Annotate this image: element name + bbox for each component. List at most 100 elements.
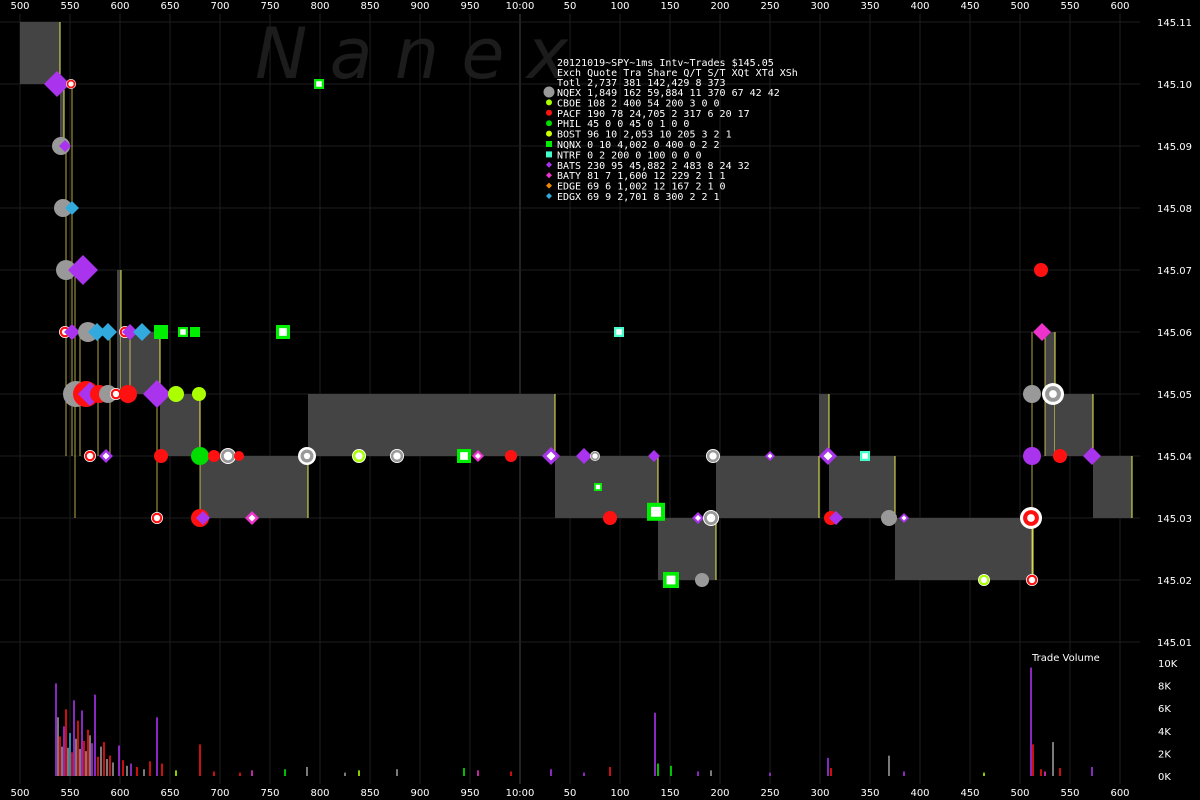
x-tick-top: 850 bbox=[360, 1, 379, 12]
trade-marker bbox=[154, 325, 168, 339]
trade-marker-core bbox=[303, 452, 311, 460]
trade-marker-inner bbox=[595, 484, 601, 490]
legend-marker-pacf bbox=[546, 109, 552, 116]
trade-marker bbox=[208, 450, 220, 462]
trade-marker-inner bbox=[651, 506, 661, 517]
x-tick-top: 600 bbox=[110, 1, 129, 12]
trade-marker bbox=[192, 387, 206, 401]
legend-marker-phil bbox=[546, 120, 552, 127]
legend-row-phil: PHIL 45 0 0 45 0 1 0 0 bbox=[557, 119, 689, 130]
x-tick-bottom: 350 bbox=[860, 788, 879, 799]
y-axis: 145.11 145.10 145.09 145.08 145.07 145.06 145.… bbox=[1157, 18, 1192, 649]
legend-marker-bats bbox=[546, 161, 552, 168]
x-tick-top: 100 bbox=[610, 1, 629, 12]
trade-marker bbox=[119, 385, 137, 403]
x-tick-top: 550 bbox=[60, 1, 79, 12]
trade-marker bbox=[505, 450, 517, 462]
nbbo-band bbox=[716, 456, 819, 518]
nbbo-band bbox=[829, 456, 895, 518]
legend-row-nqnx: NQNX 0 10 4,002 0 400 0 2 2 bbox=[557, 140, 720, 151]
x-tick-top: 800 bbox=[310, 1, 329, 12]
x-tick-top: 500 bbox=[1010, 1, 1029, 12]
x-tick-top: 900 bbox=[410, 1, 429, 12]
x-tick-top: 300 bbox=[810, 1, 829, 12]
nbbo-band bbox=[308, 394, 555, 456]
legend-marker-bost bbox=[546, 130, 552, 137]
y-tick: 145.03 bbox=[1157, 514, 1192, 525]
legend-marker-edgx bbox=[546, 193, 552, 199]
trade-marker bbox=[99, 323, 117, 341]
x-tick-top: 550 bbox=[1060, 1, 1079, 12]
x-tick-top: 350 bbox=[860, 1, 879, 12]
trade-marker-inner bbox=[460, 452, 468, 460]
x-tick-top: 600 bbox=[1110, 1, 1129, 12]
x-tick-bottom: 700 bbox=[210, 788, 229, 799]
trade-marker bbox=[1034, 263, 1048, 277]
nbbo-band bbox=[819, 394, 829, 456]
legend-row-cboe: CBOE 108 2 400 54 200 3 0 0 bbox=[557, 98, 720, 109]
trade-marker-inner bbox=[180, 329, 186, 335]
nbbo-band bbox=[555, 456, 658, 518]
x-tick-bottom: 950 bbox=[460, 788, 479, 799]
y-tick: 145.09 bbox=[1157, 142, 1192, 153]
nbbo-band bbox=[160, 394, 200, 456]
trade-marker-core bbox=[1027, 514, 1035, 522]
x-tick-bottom: 750 bbox=[260, 788, 279, 799]
trade-marker-inner bbox=[279, 328, 287, 336]
x-tick-top: 400 bbox=[910, 1, 929, 12]
x-tick-top: 200 bbox=[710, 1, 729, 12]
legend-marker-nqex bbox=[543, 86, 555, 98]
legend-row-ntrf: NTRF 0 2 200 0 100 0 0 0 bbox=[557, 150, 702, 161]
legend-marker-cboe bbox=[546, 99, 552, 106]
y-tick: 145.07 bbox=[1157, 266, 1192, 277]
nbbo-band bbox=[1093, 456, 1132, 518]
legend-row-nqex: NQEX 1,849 162 59,884 11 370 67 42 42 bbox=[557, 88, 780, 99]
trade-marker-inner bbox=[666, 575, 676, 585]
x-tick-bottom: 450 bbox=[960, 788, 979, 799]
y-tick: 145.08 bbox=[1157, 204, 1192, 215]
x-tick-bottom: 10:00 bbox=[506, 788, 535, 799]
x-tick-bottom: 250 bbox=[760, 788, 779, 799]
trade-marker bbox=[1023, 385, 1041, 403]
nbbo-band bbox=[1055, 394, 1093, 456]
volume-title: Trade Volume bbox=[1031, 653, 1100, 664]
nanex-trade-chart: N a n e x 10K 8K 6K 4K 2K 0K 500 550 600 650 700 7… bbox=[0, 1, 1192, 799]
y-tick: 145.10 bbox=[1157, 80, 1192, 91]
nbbo-band bbox=[658, 518, 716, 580]
legend-marker-nqnx bbox=[546, 141, 552, 147]
x-tick-bottom: 900 bbox=[410, 788, 429, 799]
x-tick-bottom: 400 bbox=[910, 788, 929, 799]
watermark: N a n e x bbox=[255, 13, 569, 95]
y-tick: 145.05 bbox=[1157, 390, 1192, 401]
trade-marker bbox=[191, 447, 209, 465]
y-tick: 145.06 bbox=[1157, 328, 1192, 339]
trade-marker bbox=[695, 573, 709, 587]
x-tick-bottom: 300 bbox=[810, 788, 829, 799]
x-tick-top: 10:00 bbox=[506, 1, 535, 12]
legend-row-bost: BOST 96 10 2,053 10 205 3 2 1 bbox=[557, 130, 732, 141]
x-tick-top: 950 bbox=[460, 1, 479, 12]
x-tick-bottom: 600 bbox=[110, 788, 129, 799]
trade-marker bbox=[603, 511, 617, 525]
legend-row-pacf: PACF 190 78 24,705 2 317 6 20 17 bbox=[557, 109, 750, 120]
x-tick-top: 150 bbox=[660, 1, 679, 12]
legend-row-edgx: EDGX 69 9 2,701 8 300 2 2 1 bbox=[557, 192, 720, 203]
trade-marker-inner bbox=[862, 453, 868, 459]
volume-panel: 10K 8K 6K 4K 2K 0K bbox=[55, 659, 1178, 783]
nbbo-band bbox=[895, 518, 1033, 580]
x-tick-top: 450 bbox=[960, 1, 979, 12]
volume-tick: 2K bbox=[1158, 749, 1171, 760]
x-tick-bottom: 600 bbox=[1110, 788, 1129, 799]
trade-marker bbox=[234, 451, 244, 461]
x-tick-top: 50 bbox=[564, 1, 577, 12]
trade-marker bbox=[881, 510, 897, 526]
trade-marker-inner bbox=[316, 81, 322, 87]
legend-row-edge: EDGE 69 6 1,002 12 167 2 1 0 bbox=[557, 182, 726, 193]
volume-tick: 0K bbox=[1158, 772, 1171, 783]
trade-marker bbox=[154, 449, 168, 463]
legend: 20121019~SPY~1ms Intv~Trades $145.05 Exc… bbox=[543, 58, 798, 203]
trade-marker-inner bbox=[616, 329, 622, 335]
x-tick-top: 500 bbox=[10, 1, 29, 12]
x-tick-top: 750 bbox=[260, 1, 279, 12]
x-tick-bottom: 100 bbox=[610, 788, 629, 799]
